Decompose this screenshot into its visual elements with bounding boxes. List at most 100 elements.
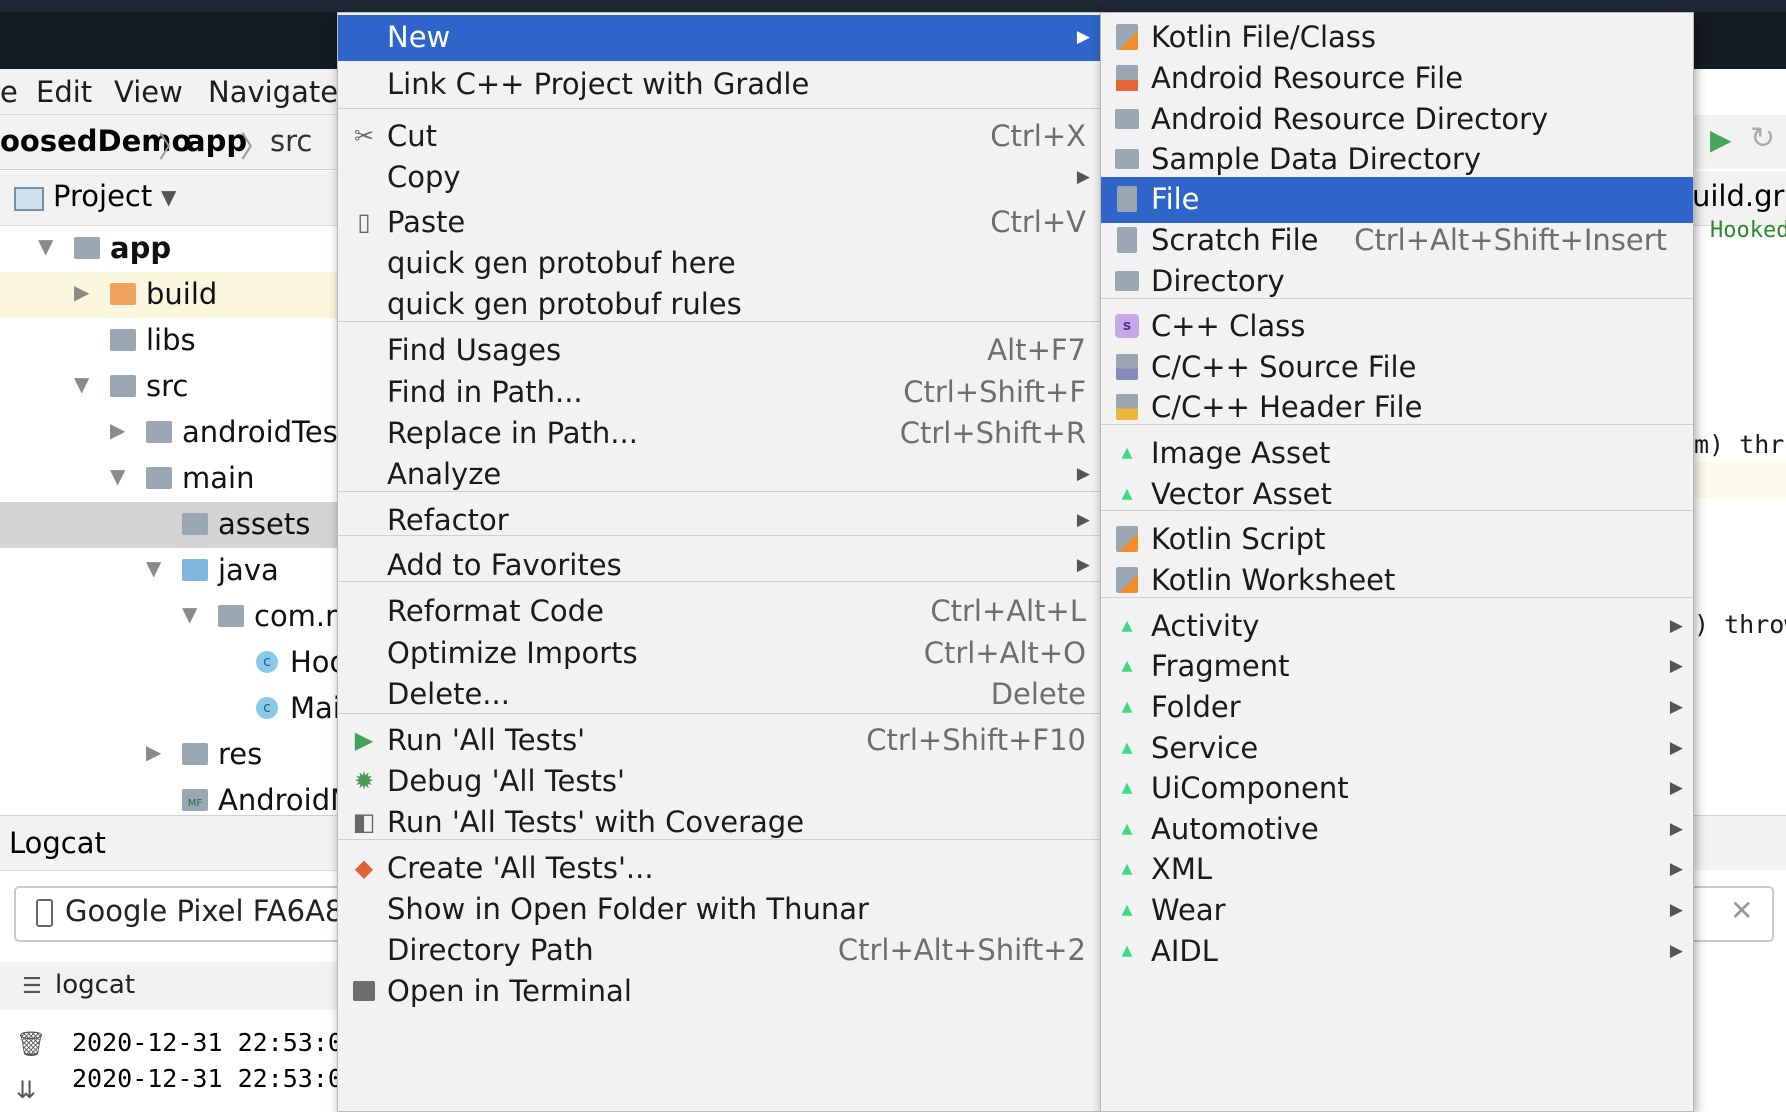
new-item-wear[interactable]: ▴ Wear ▶ <box>1101 888 1693 934</box>
submenu-arrow-icon: ▶ <box>1669 941 1683 961</box>
menu-item-find-in-path[interactable]: Find in Path... Ctrl+Shift+F <box>338 370 1100 416</box>
new-submenu: Kotlin File/Class Android Resource File An… <box>1100 12 1694 1112</box>
submenu-arrow-icon: ▶ <box>1669 900 1683 920</box>
menu-item-label: Sample Data Directory <box>1151 142 1482 176</box>
chevron-down-icon[interactable]: ▼ <box>161 185 176 209</box>
menu-item-label: Reformat Code <box>387 594 604 628</box>
logcat-filter-box[interactable]: ✕ <box>1692 886 1774 942</box>
tab-logcat[interactable]: logcat <box>55 970 135 1000</box>
menu-item-cut[interactable]: ✂ Cut Ctrl+X <box>338 114 1100 160</box>
menu-item-reformat-code[interactable]: Reformat Code Ctrl+Alt+L <box>338 589 1100 635</box>
new-item-kotlin-script[interactable]: Kotlin Script <box>1101 517 1693 563</box>
tree-item-label: src <box>146 369 189 403</box>
new-item-file[interactable]: File <box>1101 177 1693 223</box>
module-folder-icon <box>74 237 100 259</box>
submenu-arrow-icon: ▶ <box>1076 555 1090 575</box>
new-item-aidl[interactable]: ▴ AIDL ▶ <box>1101 929 1693 975</box>
tree-item-package[interactable]: ▼ com.ro <box>0 594 354 640</box>
new-item-image-asset[interactable]: ▴ Image Asset <box>1101 431 1693 477</box>
menu-item-find-usages[interactable]: Find Usages Alt+F7 <box>338 328 1100 374</box>
new-item-kotlin-file-class[interactable]: Kotlin File/Class <box>1101 15 1693 61</box>
menu-item-new[interactable]: New ▶ <box>338 15 1100 61</box>
menu-item-add-to-favorites[interactable]: Add to Favorites ▶ <box>338 543 1100 589</box>
expand-arrow-icon[interactable]: ▶ <box>146 740 161 764</box>
menu-view[interactable]: View <box>114 75 183 109</box>
file-icon <box>1114 185 1140 213</box>
tree-item-res[interactable]: ▶ res <box>0 732 340 778</box>
menu-item-debug-all-tests[interactable]: ✹ Debug 'All Tests' <box>338 759 1100 805</box>
device-selector[interactable]: Google Pixel FA6A8 <box>14 886 344 942</box>
menu-item-copy[interactable]: Copy ▶ <box>338 155 1100 201</box>
tree-item-class-hooked[interactable]: c Hoo <box>0 640 347 686</box>
menu-item-directory-path[interactable]: Directory Path Ctrl+Alt+Shift+2 <box>338 928 1100 974</box>
menu-item-show-in-open-folder-with-thunar[interactable]: Show in Open Folder with Thunar <box>338 887 1100 933</box>
menu-item-label: Copy <box>387 160 461 194</box>
menu-item-label: C/C++ Source File <box>1151 350 1417 384</box>
expand-arrow-icon[interactable]: ▶ <box>110 418 125 442</box>
menu-item-label: Find Usages <box>387 333 562 367</box>
new-item-uicomponent[interactable]: ▴ UiComponent ▶ <box>1101 766 1693 812</box>
phone-icon <box>36 899 53 927</box>
menu-file[interactable]: e <box>0 75 18 109</box>
expand-arrow-icon[interactable]: ▼ <box>74 372 89 396</box>
editor-tab[interactable]: uild.gra <box>1692 179 1786 213</box>
menu-item-optimize-imports[interactable]: Optimize Imports Ctrl+Alt+O <box>338 631 1100 677</box>
menu-item-run-all-tests[interactable]: ▶ Run 'All Tests' Ctrl+Shift+F10 <box>338 718 1100 764</box>
folder-icon <box>110 375 136 397</box>
menu-item-quick-gen-protobuf-here[interactable]: quick gen protobuf here <box>338 241 1100 287</box>
menu-edit[interactable]: Edit <box>36 75 92 109</box>
new-item-fragment[interactable]: ▴ Fragment ▶ <box>1101 644 1693 690</box>
menu-item-label: Android Resource File <box>1151 61 1464 95</box>
menu-item-label: Run 'All Tests' with Coverage <box>387 805 805 839</box>
menu-item-open-in-terminal[interactable]: Open in Terminal <box>338 969 1100 1015</box>
menu-item-paste[interactable]: ▯ Paste Ctrl+V <box>338 200 1100 246</box>
tree-item-label: AndroidM <box>218 783 340 815</box>
package-icon <box>218 605 244 627</box>
breadcrumb-app[interactable]: app <box>186 124 247 158</box>
tree-item-libs[interactable]: libs <box>0 318 340 364</box>
tree-item-build[interactable]: ▶ build <box>0 272 340 318</box>
android-icon: ▴ <box>1121 735 1133 760</box>
new-item-folder[interactable]: ▴ Folder ▶ <box>1101 685 1693 731</box>
new-item-vector-asset[interactable]: ▴ Vector Asset <box>1101 472 1693 518</box>
tree-item-manifest[interactable]: MF AndroidM <box>0 778 340 815</box>
run-icon[interactable]: ▶ <box>1710 123 1732 156</box>
expand-arrow-icon[interactable]: ▶ <box>74 280 89 304</box>
menu-item-create-all-tests[interactable]: ◆ Create 'All Tests'... <box>338 846 1100 892</box>
menu-item-replace-in-path[interactable]: Replace in Path... Ctrl+Shift+R <box>338 411 1100 457</box>
clear-icon[interactable]: ✕ <box>1730 894 1753 927</box>
tree-item-assets[interactable]: assets <box>0 502 340 548</box>
tree-item-main[interactable]: ▼ main <box>0 456 340 502</box>
menu-item-delete[interactable]: Delete... Delete <box>338 672 1100 718</box>
new-item-android-resource-file[interactable]: Android Resource File <box>1101 56 1693 102</box>
shortcut-label: Alt+F7 <box>987 333 1086 367</box>
expand-arrow-icon[interactable]: ▼ <box>182 602 197 626</box>
res-folder-icon <box>182 743 208 765</box>
expand-arrow-icon[interactable]: ▼ <box>146 556 161 580</box>
menu-item-label: quick gen protobuf here <box>387 246 736 280</box>
device-name: Google Pixel FA6A8 <box>65 894 344 928</box>
trash-icon[interactable]: 🗑 <box>16 1030 46 1058</box>
project-panel-title[interactable]: Project <box>53 179 152 213</box>
project-view-icon <box>14 187 44 211</box>
new-item-scratch-file[interactable]: Scratch File Ctrl+Alt+Shift+Insert <box>1101 218 1693 264</box>
menu-item-label: Android Resource Directory <box>1151 102 1549 136</box>
android-icon: ▴ <box>1121 694 1133 719</box>
rerun-icon[interactable]: ↻ <box>1750 121 1775 156</box>
breadcrumb-src[interactable]: src <box>270 124 312 158</box>
expand-arrow-icon[interactable]: ▼ <box>38 234 53 258</box>
shortcut-label: Ctrl+X <box>990 119 1086 153</box>
menu-item-refactor[interactable]: Refactor ▶ <box>338 498 1100 544</box>
tree-item-app[interactable]: ▼ app <box>0 226 340 272</box>
tree-item-java[interactable]: ▼ java <box>0 548 340 594</box>
new-item-xml[interactable]: ▴ XML ▶ <box>1101 847 1693 893</box>
tree-item-class-main[interactable]: c Mai <box>0 686 341 732</box>
menu-item-label: New <box>387 20 451 54</box>
menu-item-link-c-project-with-gradle[interactable]: Link C++ Project with Gradle <box>338 62 1100 108</box>
tree-item-src[interactable]: ▼ src <box>0 364 340 410</box>
tree-item-androidtest[interactable]: ▶ androidTes <box>0 410 340 456</box>
scroll-to-end-icon[interactable]: ⇊ <box>16 1076 36 1104</box>
menu-navigate[interactable]: Navigate <box>208 75 338 109</box>
expand-arrow-icon[interactable]: ▼ <box>110 464 125 488</box>
new-item-c-class[interactable]: s C++ Class <box>1101 304 1693 350</box>
